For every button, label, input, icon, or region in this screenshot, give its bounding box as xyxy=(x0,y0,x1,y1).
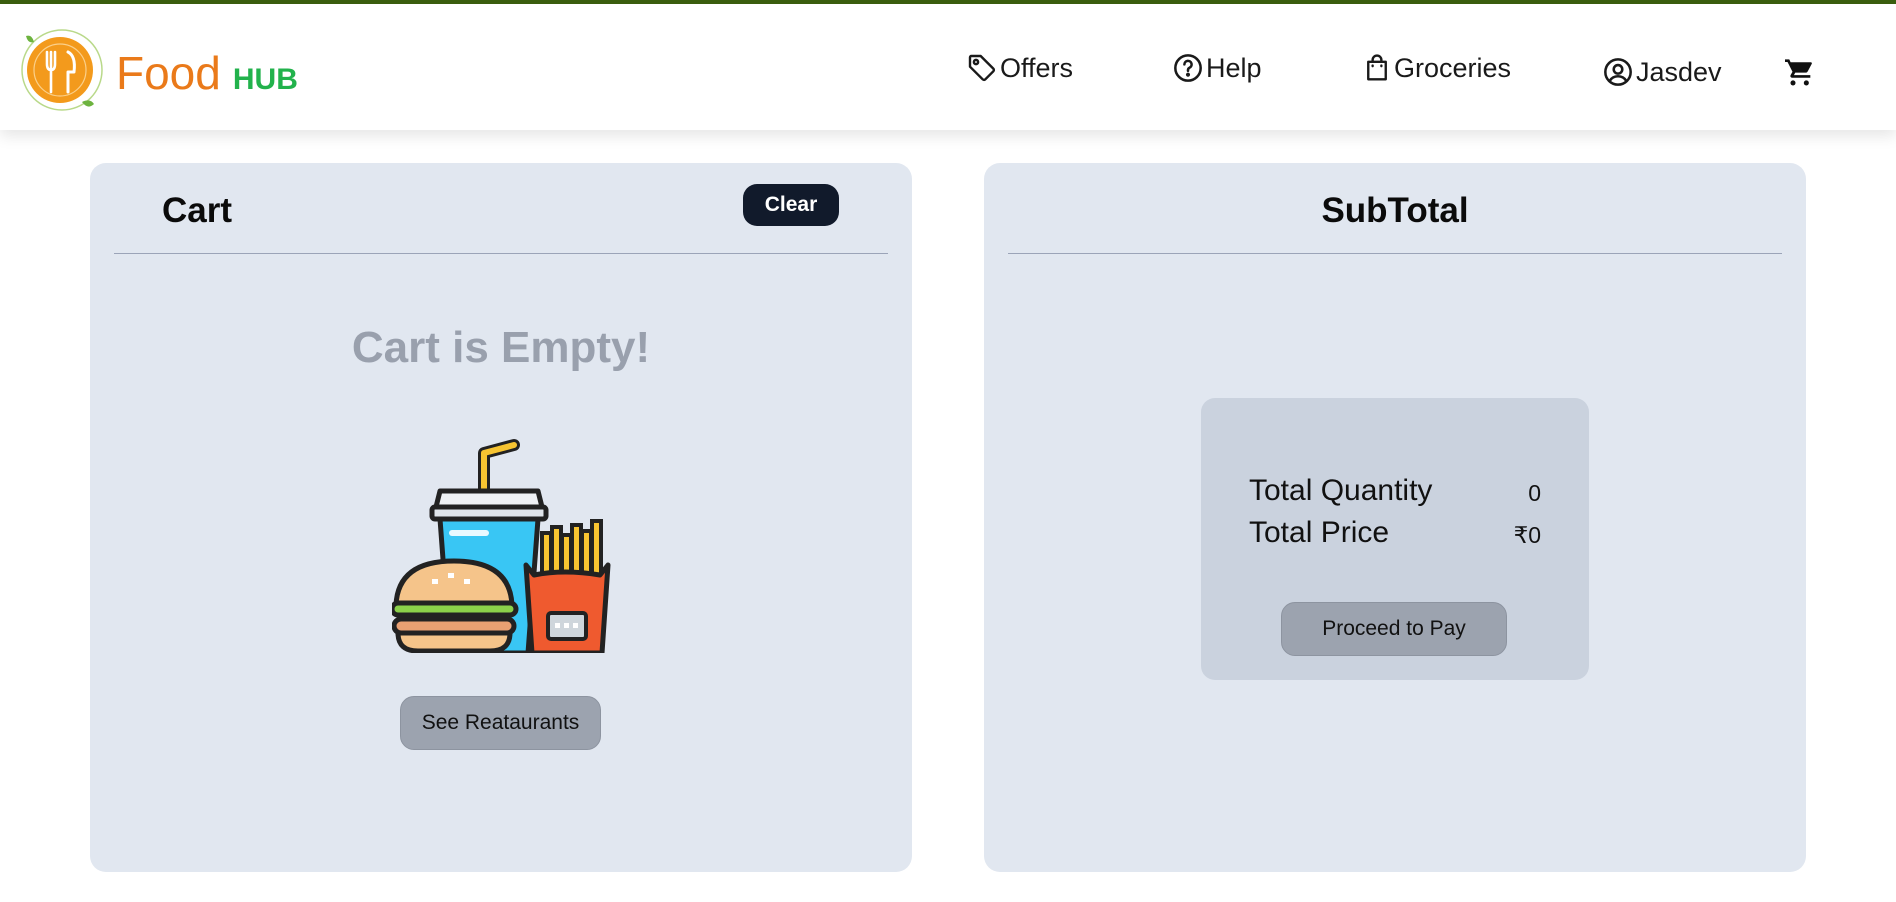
total-quantity-row: Total Quantity 0 xyxy=(1249,474,1541,514)
user-circle-icon xyxy=(1604,58,1632,86)
proceed-to-pay-button[interactable]: Proceed to Pay xyxy=(1281,602,1507,656)
tag-icon xyxy=(968,54,996,82)
nav-groceries[interactable]: Groceries xyxy=(1362,50,1511,86)
empty-cart-message: Cart is Empty! xyxy=(351,323,651,372)
cart-title: Cart xyxy=(162,191,233,230)
total-price-row: Total Price ₹0 xyxy=(1249,516,1541,556)
nav-groceries-label: Groceries xyxy=(1394,52,1512,83)
logo-icon[interactable] xyxy=(20,18,104,118)
nav-help-label: Help xyxy=(1206,52,1262,83)
total-price-value: ₹0 xyxy=(1513,522,1541,548)
nav-offers-label: Offers xyxy=(1000,52,1074,83)
cart-icon xyxy=(1785,59,1812,86)
shopping-bag-icon xyxy=(1367,54,1387,81)
see-restaurants-button[interactable]: See Reataurants xyxy=(400,696,601,750)
nav-cart[interactable] xyxy=(1782,54,1816,90)
fast-food-illustration xyxy=(392,439,611,653)
brand-hub-text: HUB xyxy=(232,63,298,96)
nav-user-profile[interactable]: Jasdev xyxy=(1602,54,1722,90)
brand-name[interactable]: Food HUB xyxy=(116,46,298,100)
help-icon xyxy=(1174,54,1202,82)
total-quantity-value: 0 xyxy=(1528,480,1541,506)
brand-food-text: Food xyxy=(116,47,221,99)
order-summary-card: Total Quantity 0 Total Price ₹0 Proceed … xyxy=(1201,398,1589,680)
total-quantity-label: Total Quantity xyxy=(1249,474,1433,507)
cart-divider xyxy=(114,253,888,254)
total-price-label: Total Price xyxy=(1249,516,1390,549)
header: Food HUB Offers Help Groceries Jasdev xyxy=(0,4,1896,130)
nav-offers[interactable]: Offers xyxy=(966,50,1073,86)
clear-cart-button[interactable]: Clear xyxy=(743,184,839,226)
subtotal-divider xyxy=(1008,253,1782,254)
subtotal-title: SubTotal xyxy=(1321,191,1469,230)
nav-help[interactable]: Help xyxy=(1172,50,1262,86)
subtotal-panel: SubTotal Total Quantity 0 Total Price ₹0… xyxy=(984,163,1806,872)
cart-panel: Cart Clear Cart is Empty! See Reataurant… xyxy=(90,163,912,872)
nav-user-label: Jasdev xyxy=(1636,56,1722,87)
